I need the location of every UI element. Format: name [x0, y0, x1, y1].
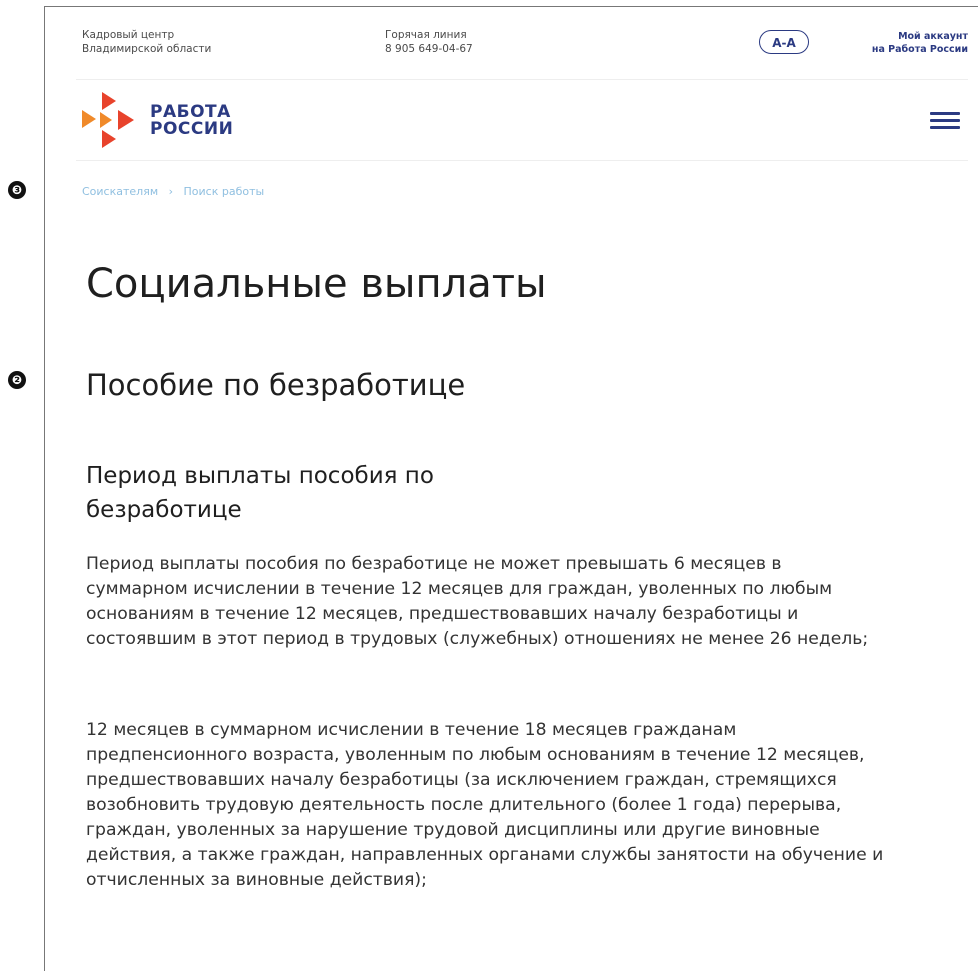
header-divider: [76, 79, 968, 80]
logo-arrows-icon: [82, 92, 134, 148]
subsection-title: Период выплаты пособия по безработице: [86, 463, 434, 523]
logo-divider: [76, 160, 968, 161]
top-info-bar: Кадровый центр Владимирской области Горя…: [82, 28, 968, 68]
page-root: ❸ ❷ Кадровый центр Владимирской области …: [0, 0, 978, 971]
org-name-line2: Владимирской области: [82, 43, 212, 55]
hotline[interactable]: Горячая линия 8 905 649-04-67: [385, 28, 473, 56]
breadcrumb-separator: ›: [168, 185, 174, 198]
section-title: Пособие по безработице: [86, 368, 466, 402]
account-link-line2: на Работа России: [871, 44, 968, 55]
breadcrumb: Соискателям › Поиск работы: [82, 184, 264, 200]
org-name: Кадровый центр Владимирской области: [82, 28, 211, 56]
breadcrumb-item-job-search[interactable]: Поиск работы: [184, 185, 265, 198]
menu-icon-bar: [930, 112, 960, 115]
account-link[interactable]: Мой аккаунт на Работа России: [872, 30, 968, 56]
org-name-line1: Кадровый центр: [82, 29, 175, 41]
annotation-marker-2: ❷: [8, 371, 26, 389]
page-title: Социальные выплаты: [86, 261, 547, 307]
frame-top-border: [44, 6, 978, 7]
hotline-label: Горячая линия: [385, 29, 467, 41]
paragraph: 12 месяцев в суммарном исчислении в тече…: [86, 720, 884, 890]
logo-text-line2: РОССИИ: [150, 119, 234, 139]
menu-icon[interactable]: [930, 112, 960, 132]
site-logo[interactable]: РАБОТА РОССИИ: [82, 92, 282, 150]
logo-text: РАБОТА РОССИИ: [150, 104, 233, 138]
menu-icon-bar: [930, 119, 960, 122]
menu-icon-bar: [930, 126, 960, 129]
paragraph: Период выплаты пособия по безработице не…: [86, 554, 869, 649]
annotation-marker-3: ❸: [8, 181, 26, 199]
frame-left-border: [44, 6, 45, 971]
hotline-phone[interactable]: 8 905 649-04-67: [385, 42, 473, 56]
breadcrumb-item-job-seekers[interactable]: Соискателям: [82, 185, 158, 198]
font-size-toggle-button[interactable]: A-A: [759, 30, 809, 54]
account-link-line1: Мой аккаунт: [898, 31, 968, 42]
